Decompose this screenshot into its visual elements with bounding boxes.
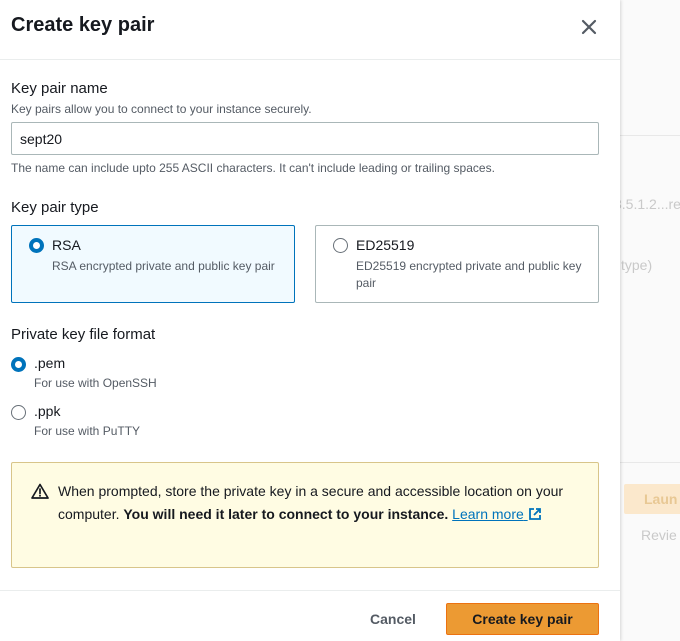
alert-message: When prompted, store the private key in … — [58, 480, 578, 526]
key-name-input[interactable] — [11, 122, 599, 155]
key-name-label: Key pair name — [11, 80, 108, 97]
key-type-tile-ed25519[interactable]: ED25519 ED25519 encrypted private and pu… — [315, 225, 599, 303]
key-type-rsa-description: RSA encrypted private and public key pai… — [52, 259, 275, 273]
bg-text-type: type) — [621, 257, 653, 273]
bg-divider — [620, 135, 680, 136]
warning-icon — [31, 483, 49, 499]
bg-text-review: Revie — [641, 527, 677, 543]
bg-launch-button: Laun — [624, 484, 680, 514]
close-button[interactable] — [576, 14, 602, 40]
bg-divider — [620, 462, 680, 463]
cancel-button[interactable]: Cancel — [358, 603, 428, 635]
radio-ed25519[interactable] — [333, 238, 348, 253]
modal-title: Create key pair — [11, 14, 155, 36]
file-format-pem-description: For use with OpenSSH — [34, 376, 157, 390]
create-key-pair-button[interactable]: Create key pair — [446, 603, 599, 635]
modal-footer: Cancel Create key pair — [0, 590, 620, 641]
key-type-ed25519-description: ED25519 encrypted private and public key… — [356, 259, 582, 290]
file-format-ppk-description: For use with PuTTY — [34, 424, 141, 438]
key-name-constraint: The name can include upto 255 ASCII char… — [11, 161, 495, 175]
radio-pem[interactable] — [11, 357, 26, 372]
learn-more-link[interactable]: Learn more — [452, 506, 541, 522]
bg-text-version: 3.5.1.2...re — [614, 196, 680, 212]
file-format-pem-title: .pem — [34, 355, 66, 371]
radio-ppk[interactable] — [11, 405, 26, 420]
key-name-description: Key pairs allow you to connect to your i… — [11, 102, 312, 116]
external-link-icon — [528, 508, 541, 520]
key-type-label: Key pair type — [11, 199, 99, 216]
warning-alert: When prompted, store the private key in … — [11, 462, 599, 568]
alert-bold-text: You will need it later to connect to you… — [123, 506, 449, 522]
file-format-ppk-title: .ppk — [34, 403, 61, 419]
close-icon — [581, 19, 597, 35]
modal-header: Create key pair — [0, 0, 620, 60]
create-key-pair-modal: Create key pair Key pair name Key pairs … — [0, 0, 620, 641]
key-type-rsa-title: RSA — [52, 237, 81, 253]
key-type-ed25519-title: ED25519 — [356, 237, 415, 253]
radio-rsa[interactable] — [29, 238, 44, 253]
key-type-tile-rsa[interactable]: RSA RSA encrypted private and public key… — [11, 225, 295, 303]
file-format-label: Private key file format — [11, 326, 156, 343]
